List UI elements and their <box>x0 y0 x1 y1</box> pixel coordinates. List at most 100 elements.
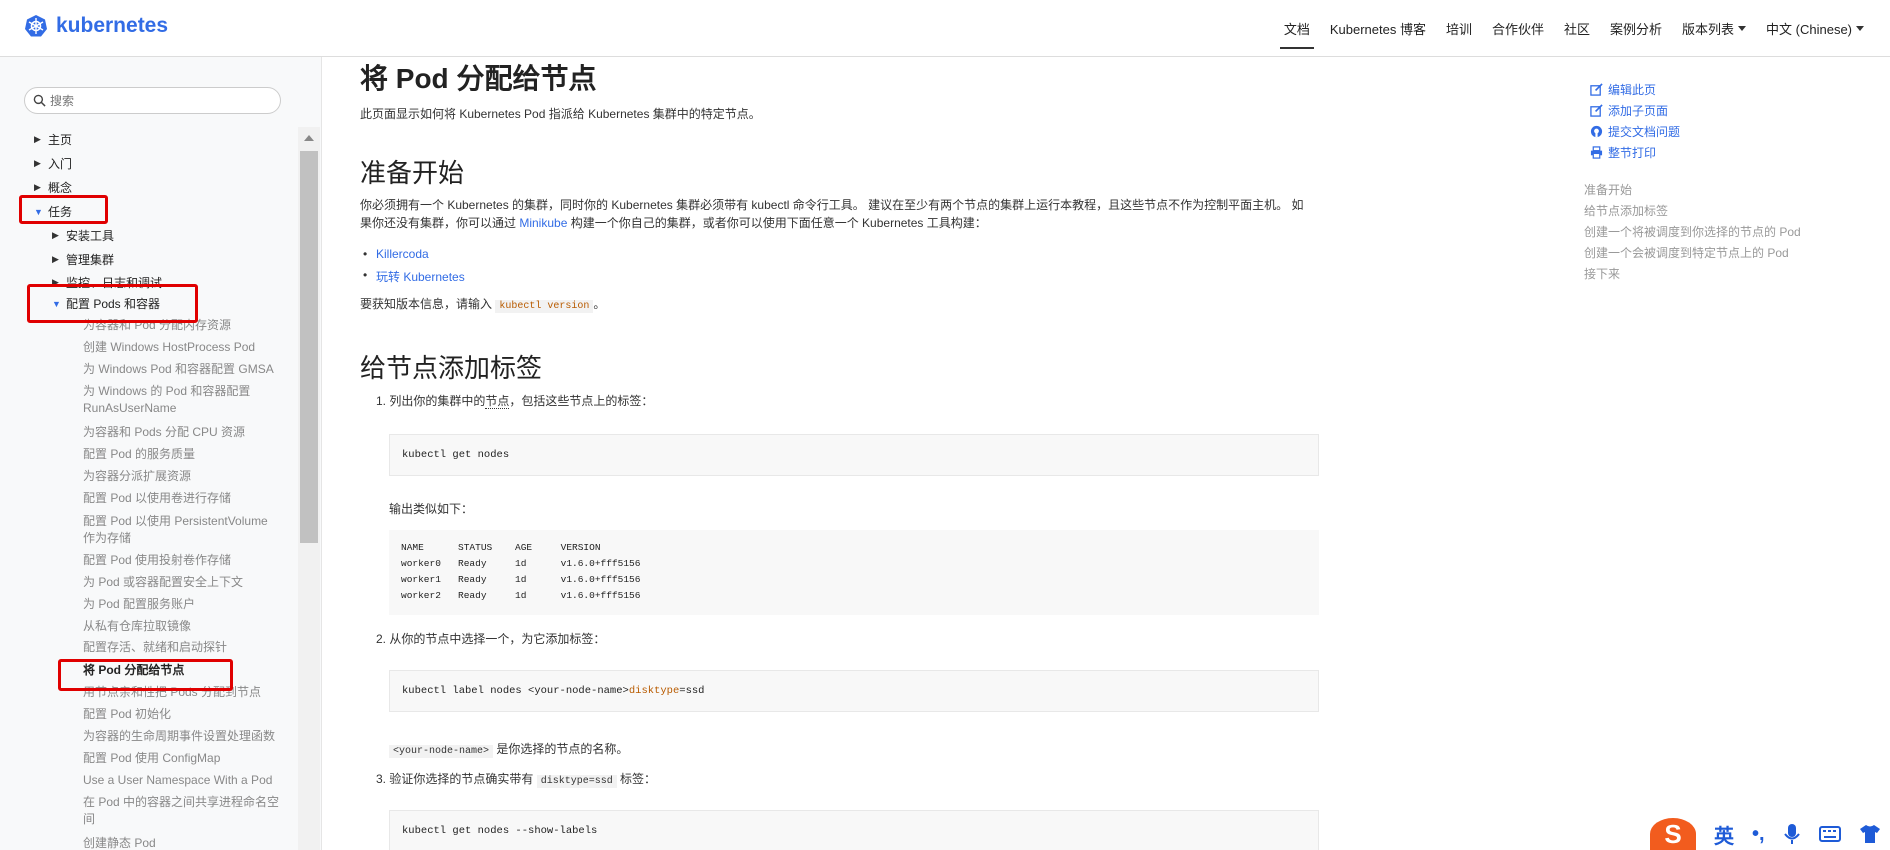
code-text: kubectl get nodes --show-labels <box>402 825 598 837</box>
tree-item-home[interactable]: ▶ 主页 <box>34 131 72 148</box>
sidebar-leaf[interactable]: 配置 Pod 初始化 <box>83 706 283 723</box>
print-section-link[interactable]: 整节打印 <box>1590 144 1656 161</box>
page-title: 将 Pod 分配给节点 <box>360 63 597 94</box>
toc-link-create-pod-specific-node[interactable]: 创建一个会被调度到特定节点上的 Pod <box>1584 244 1789 261</box>
node-name-note: <your-node-name> 是你选择的节点的名称。 <box>389 740 1339 761</box>
glossary-term-node[interactable]: 节点 <box>485 394 510 409</box>
caret-right-icon: ▶ <box>34 134 41 144</box>
sidebar-leaf[interactable]: 配置 Pod 使用投射卷作存储 <box>83 552 283 569</box>
text: 果你还没有集群，你可以通过 <box>360 216 520 230</box>
sidebar-leaf[interactable]: 配置 Pod 以使用 PersistentVolume 作为存储 <box>83 513 283 547</box>
brand-name: kubernetes <box>56 14 169 37</box>
caret-down-icon <box>1856 26 1864 31</box>
inline-code: disktype=ssd <box>536 775 617 788</box>
sidebar-leaf[interactable]: 配置 Pod 以使用卷进行存储 <box>83 490 283 507</box>
sidebar-leaf[interactable]: 为 Pod 配置服务账户 <box>83 596 283 613</box>
edit-page-link[interactable]: 编辑此页 <box>1590 81 1656 98</box>
version-paragraph: 要获知版本信息，请输入 kubectl version。 <box>360 295 1310 316</box>
scrollbar-thumb[interactable] <box>300 151 318 543</box>
tree-label: 主页 <box>48 133 73 147</box>
tree-item-administer-cluster[interactable]: ▶ 管理集群 <box>52 251 114 268</box>
sidebar-scrollbar[interactable] <box>298 127 320 850</box>
search-box[interactable] <box>24 87 281 114</box>
skin-shirt-icon[interactable] <box>1859 824 1881 844</box>
toc-link-create-pod-selected-node[interactable]: 创建一个将被调度到你选择的节点的 Pod <box>1584 223 1801 240</box>
page-lead: 此页面显示如何将 Kubernetes Pod 指派给 Kubernetes 集… <box>360 107 761 121</box>
ime-toolbar: S 英 •, <box>1650 818 1890 850</box>
sidebar-leaf[interactable]: 在 Pod 中的容器之间共享进程命名空间 <box>83 794 283 828</box>
text: 标签： <box>616 772 657 786</box>
toc-link-before-you-begin[interactable]: 准备开始 <box>1584 181 1632 198</box>
play-kubernetes-link[interactable]: 玩转 Kubernetes <box>363 268 465 285</box>
code-block-show-labels[interactable]: kubectl get nodes --show-labels <box>389 810 1319 850</box>
code-block-get-nodes[interactable]: kubectl get nodes <box>389 434 1319 476</box>
ime-language-toggle[interactable]: 英 <box>1714 820 1734 849</box>
sidebar-leaf[interactable]: 配置 Pod 的服务质量 <box>83 446 283 463</box>
ime-punctuation-toggle[interactable]: •, <box>1752 823 1765 846</box>
sidebar-leaf[interactable]: 为 Pod 或容器配置安全上下文 <box>83 574 283 591</box>
sidebar-leaf[interactable]: 配置存活、就绪和启动探针 <box>83 639 283 653</box>
text: 构建一个你自己的集群，或者你可以使用下面任意一个 Kubernetes 工具构建… <box>567 216 987 230</box>
heading-before-you-begin: 准备开始 <box>360 158 465 188</box>
heading-add-label: 给节点添加标签 <box>360 353 543 383</box>
main-nav: 文档 Kubernetes 博客 培训 合作伙伴 社区 案例分析 版本列表 中文… <box>1274 0 1874 57</box>
code-block-label-node[interactable]: kubectl label nodes <your-node-name> dis… <box>389 670 1319 712</box>
main-content: 将 Pod 分配给节点 此页面显示如何将 Kubernetes Pod 指派给 … <box>360 57 1320 850</box>
sidebar-leaf[interactable]: 创建静态 Pod <box>83 835 283 850</box>
tree-item-install-tools[interactable]: ▶ 安装工具 <box>52 227 114 244</box>
github-icon <box>1590 125 1603 138</box>
tree-label: 管理集群 <box>66 253 115 267</box>
highlight-box-current-page <box>58 659 233 691</box>
nav-community[interactable]: 社区 <box>1554 0 1600 57</box>
highlight-box-configure-pods <box>27 284 198 323</box>
toc-action-label: 添加子页面 <box>1608 104 1669 118</box>
add-child-page-link[interactable]: 添加子页面 <box>1590 102 1668 119</box>
nav-versions-dropdown[interactable]: 版本列表 <box>1672 0 1756 57</box>
sidebar-leaf[interactable]: 为容器的生命周期事件设置处理函数 <box>83 728 283 745</box>
minikube-link[interactable]: Minikube <box>519 216 567 230</box>
toc-action-label: 提交文档问题 <box>1608 125 1681 139</box>
search-icon <box>33 94 46 107</box>
tree-item-concepts[interactable]: ▶ 概念 <box>34 179 72 196</box>
nav-language-dropdown[interactable]: 中文 (Chinese) <box>1756 0 1874 57</box>
nav-label: 文档 <box>1283 22 1310 37</box>
brand-logo[interactable]: kubernetes <box>24 14 168 38</box>
create-issue-link[interactable]: 提交文档问题 <box>1590 123 1680 140</box>
edit-icon <box>1590 83 1603 96</box>
keyboard-icon[interactable] <box>1818 825 1841 843</box>
caret-right-icon: ▶ <box>52 254 59 264</box>
nav-docs[interactable]: 文档 <box>1274 0 1320 57</box>
tree-item-getting-started[interactable]: ▶ 入门 <box>34 155 72 172</box>
sidebar-leaf[interactable]: 从私有仓库拉取镜像 <box>83 618 283 635</box>
code-keyword: disktype <box>628 685 680 697</box>
sidebar-leaf[interactable]: 创建 Windows HostProcess Pod <box>83 339 283 356</box>
scroll-up-arrow-icon[interactable] <box>304 135 314 141</box>
nav-label: 合作伙伴 <box>1491 22 1544 37</box>
nav-label: 中文 (Chinese) <box>1766 22 1852 37</box>
killercoda-link[interactable]: Killercoda <box>363 247 429 261</box>
toc-action-label: 整节打印 <box>1608 146 1657 160</box>
step-2: 2. 从你的节点中选择一个，为它添加标签： <box>376 632 606 646</box>
nav-training[interactable]: 培训 <box>1436 0 1482 57</box>
kubernetes-helm-icon <box>25 15 47 37</box>
nav-blog[interactable]: Kubernetes 博客 <box>1320 0 1436 57</box>
sidebar-leaf[interactable]: 为容器和 Pods 分配 CPU 资源 <box>83 424 283 441</box>
toc-link-add-label[interactable]: 给节点添加标签 <box>1584 202 1668 219</box>
sidebar-leaf[interactable]: 为容器分派扩展资源 <box>83 468 283 485</box>
edit-icon <box>1590 104 1603 117</box>
microphone-icon[interactable] <box>1783 823 1801 845</box>
search-input[interactable] <box>50 93 270 108</box>
output-block[interactable]: NAME STATUS AGE VERSION worker0 Ready 1d… <box>389 530 1319 615</box>
tree-label: 概念 <box>48 181 73 195</box>
toc-link-whats-next[interactable]: 接下来 <box>1584 265 1620 282</box>
ime-logo-icon[interactable]: S <box>1650 818 1696 850</box>
nav-case-studies[interactable]: 案例分析 <box>1600 0 1672 57</box>
nav-partners[interactable]: 合作伙伴 <box>1482 0 1554 57</box>
text: 。 <box>593 297 606 311</box>
tree-label: 安装工具 <box>66 229 115 243</box>
sidebar-leaf[interactable]: 配置 Pod 使用 ConfigMap <box>83 750 283 767</box>
page-toc: 编辑此页 添加子页面 提交文档问题 整节打印 准备开始 给节点添加标签 创建一个… <box>1580 57 1870 457</box>
sidebar-leaf[interactable]: 为 Windows 的 Pod 和容器配置 RunAsUserName <box>83 383 283 417</box>
sidebar-leaf[interactable]: 为 Windows Pod 和容器配置 GMSA <box>83 361 283 378</box>
sidebar-leaf[interactable]: Use a User Namespace With a Pod <box>83 772 283 789</box>
